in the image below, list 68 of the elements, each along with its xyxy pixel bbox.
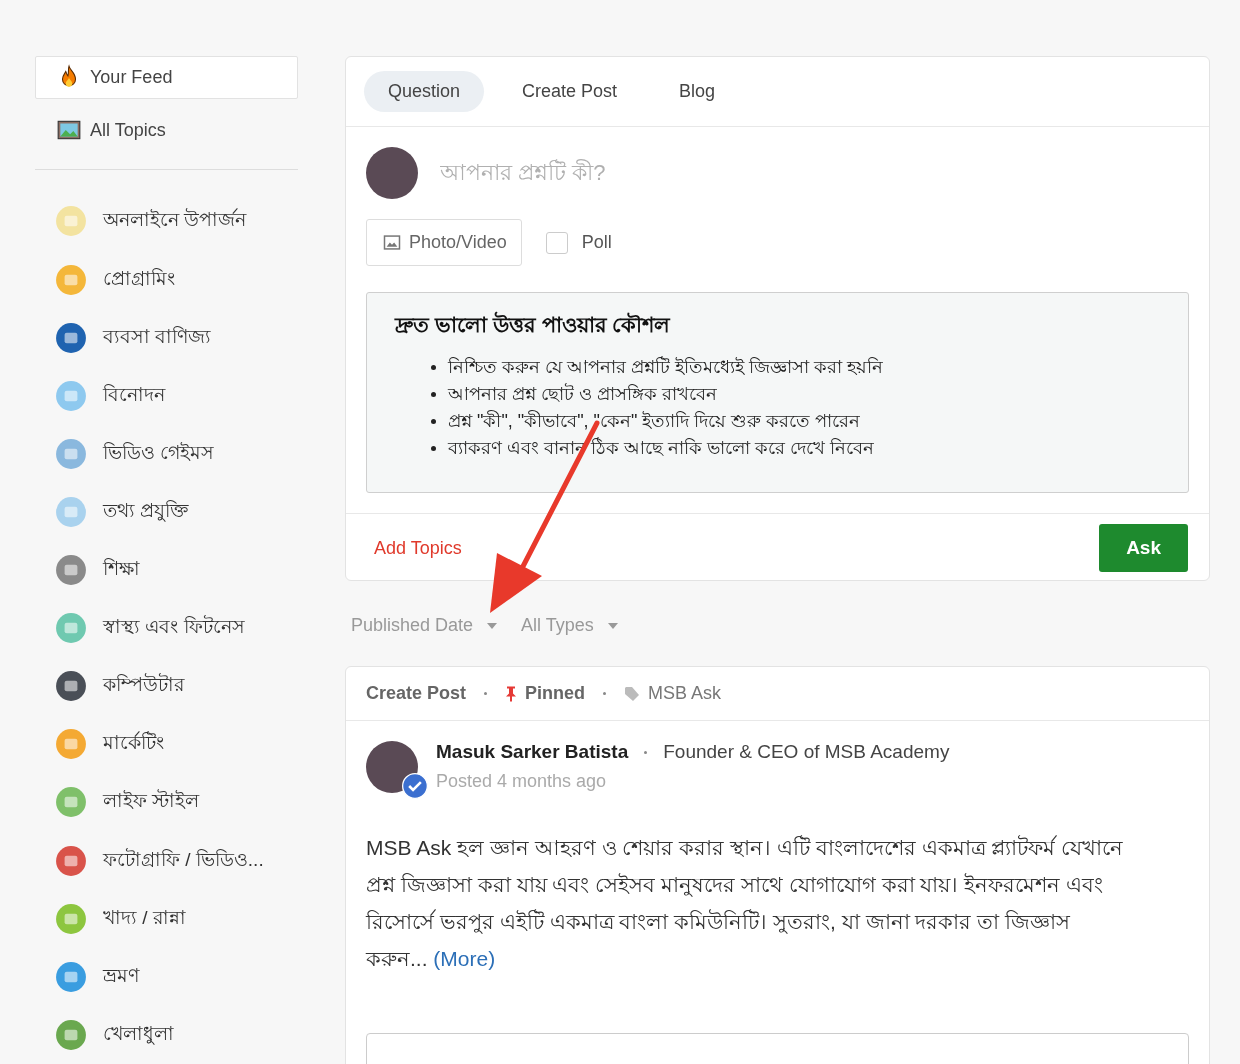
topic-icon [55, 844, 87, 877]
caret-icon [487, 622, 498, 629]
topic-icon [55, 263, 87, 296]
sidebar-item[interactable]: Your Feed [35, 56, 298, 99]
caret-icon [607, 622, 618, 629]
topic-icon [55, 960, 87, 993]
bullet-icon [431, 392, 436, 397]
topic-icon [55, 728, 87, 761]
bullet-icon [431, 365, 436, 370]
topic-icon [55, 786, 87, 819]
topic-item[interactable]: তথ্য প্রযুক্তি [35, 482, 298, 541]
topic-icon [55, 495, 87, 528]
tag-link[interactable]: MSB Ask [648, 683, 722, 704]
pin-icon [505, 685, 518, 702]
tip-text: আপনার প্রশ্ন ছোট ও প্রাসঙ্গিক রাখবেন [448, 382, 717, 406]
topic-item[interactable]: প্রোগ্রামিং [35, 250, 298, 309]
topic-icon [55, 1018, 87, 1051]
topic-item[interactable]: অনলাইনে উপার্জন [35, 192, 298, 251]
photo-video-button[interactable]: Photo/Video [366, 219, 522, 266]
post-type: Create Post [366, 683, 467, 704]
topic-icon [55, 379, 87, 412]
avatar [366, 147, 418, 199]
ask-button[interactable]: Ask [1099, 524, 1188, 572]
topic-icon [55, 321, 87, 354]
post-time: Posted 4 months ago [436, 771, 608, 792]
separator-dot [603, 692, 607, 695]
topic-item[interactable]: শিক্ষা [35, 541, 298, 600]
tip-text: প্রশ্ন "কী", "কীভাবে", "কেন" ইত্যাদি দিয়ে শুরু করতে পারেন [448, 409, 861, 433]
question-input[interactable]: আপনার প্রশ্নটি কী? [438, 159, 1189, 187]
tip-text: নিশ্চিত করুন যে আপনার প্রশ্নটি ইতিমধ্যেই জিজ্ঞাসা করা হয়নি [448, 355, 883, 379]
topic-item[interactable]: স্বাস্থ্য এবং ফিটনেস [35, 599, 298, 658]
bullet-icon [431, 446, 436, 451]
topic-item[interactable]: ফটোগ্রাফি / ভিডিও... [35, 831, 298, 890]
topic-item[interactable]: ব্যবসা বাণিজ্য [35, 308, 298, 367]
topic-item[interactable]: মার্কেটিং [35, 715, 298, 774]
author-name[interactable]: Masuk Sarker Batista [436, 741, 629, 763]
more-link[interactable]: (More) [433, 947, 496, 970]
author-role: Founder & CEO of MSB Academy [663, 741, 950, 763]
separator-dot [484, 692, 488, 695]
topic-item[interactable]: খাদ্য / রান্না [35, 889, 298, 948]
post-body: MSB Ask হল জ্ঞান আহরণ ও শেয়ার করার স্থান। এটি বাংলাদেশের একমাত্র প্ল্যাটফর্ম যেখানে প্রশ্ন জিজ্ঞাসা করা যায় এবং সেইসব মানুষদের সাথে যোগাযোগ করা যায়। ইনফরমেশন এবং রিসোর্সে ভরপুর এইটি একমাত্র বাংলা কমিউনিটি। সুতরাং, যা জানা দরকার তা জিজ্ঞাস করুন... (More) [366, 834, 1125, 972]
topic-item[interactable]: লাইফ স্টাইল [35, 773, 298, 832]
topic-item[interactable]: ভ্রমণ [35, 947, 298, 1006]
tab[interactable]: Question [364, 71, 485, 112]
add-topics-link[interactable]: Add Topics [374, 537, 462, 559]
bullet-icon [431, 419, 436, 424]
tips-title: দ্রুত ভালো উত্তর পাওয়ার কৌশল [395, 310, 672, 338]
topic-icon [55, 612, 87, 645]
separator-dot [644, 750, 648, 754]
topic-icon [55, 554, 87, 587]
poll-checkbox[interactable]: Poll [545, 231, 612, 254]
topic-icon [55, 205, 87, 238]
topic-item[interactable]: ভিডিও গেইমস [35, 424, 298, 483]
topic-icon [55, 902, 87, 935]
topic-icon [55, 437, 87, 470]
avatar [366, 741, 418, 793]
image-icon [383, 235, 401, 250]
tab[interactable]: Blog [655, 71, 740, 112]
sidebar-item[interactable]: All Topics [35, 108, 298, 152]
topic-item[interactable]: কম্পিউটার [35, 657, 298, 716]
topic-item[interactable]: বিনোদন [35, 366, 298, 425]
checkbox[interactable] [545, 231, 568, 254]
pinned-label: Pinned [525, 683, 586, 704]
tab[interactable]: Create Post [498, 71, 642, 112]
tag-icon [624, 685, 641, 702]
comment-field[interactable] [366, 1033, 1189, 1064]
topic-icon [55, 670, 87, 703]
topic-item[interactable]: খেলাধুলা [35, 1005, 298, 1064]
